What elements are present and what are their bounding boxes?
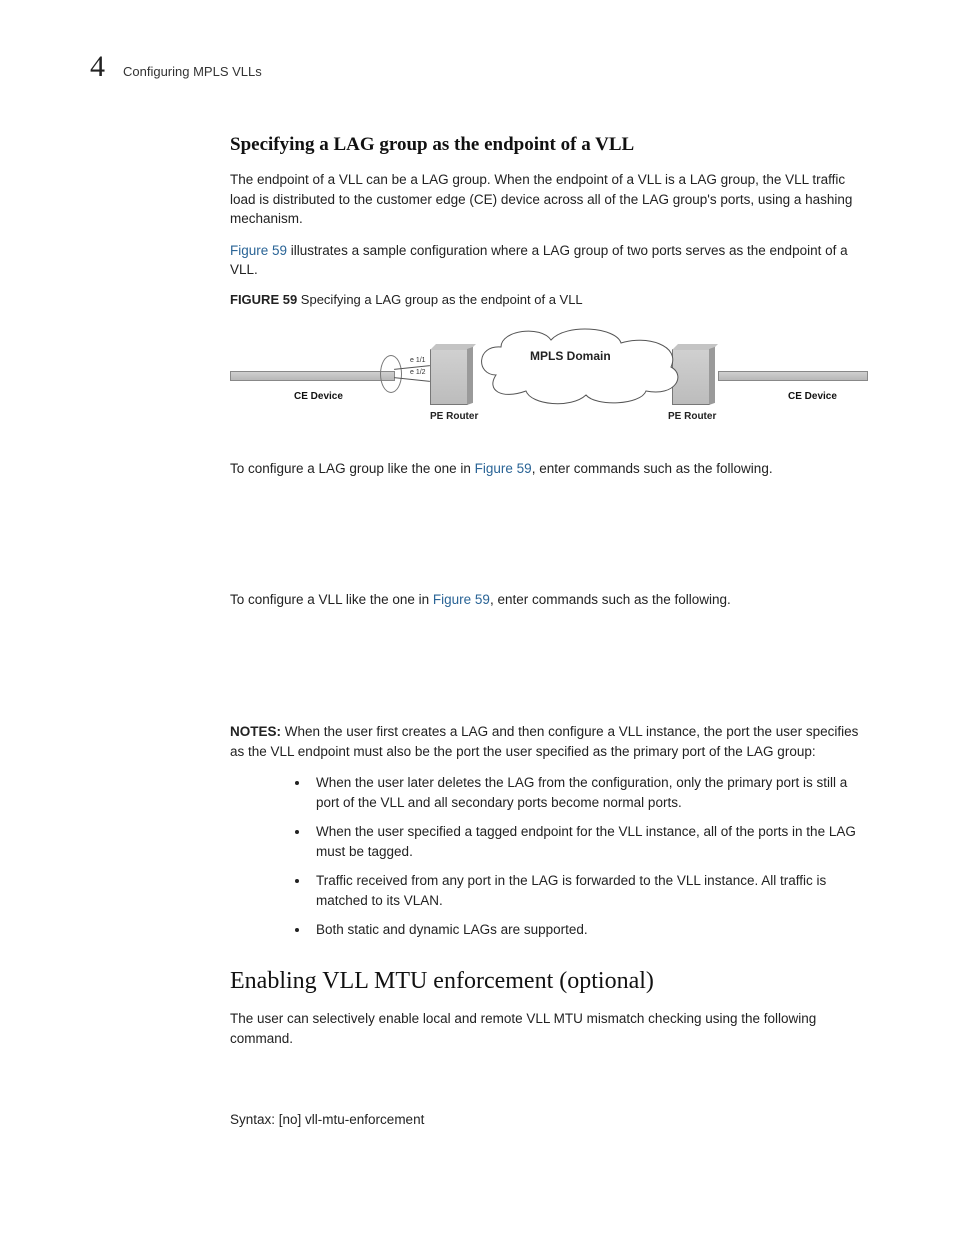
mpls-domain-label: MPLS Domain [530, 349, 611, 363]
port-label-2: e 1/2 [410, 369, 426, 376]
figure-number: FIGURE 59 [230, 292, 297, 307]
section-heading-mtu-enforcement: Enabling VLL MTU enforcement (optional) [230, 968, 874, 995]
paragraph: To configure a LAG group like the one in… [230, 459, 874, 479]
figure-title: Specifying a LAG group as the endpoint o… [297, 292, 582, 307]
figure-reference-link[interactable]: Figure 59 [475, 461, 532, 476]
list-item: When the user later deletes the LAG from… [310, 773, 874, 812]
figure-reference-link[interactable]: Figure 59 [433, 592, 490, 607]
chapter-number: 4 [90, 50, 105, 84]
pe-router-label-left: PE Router [430, 411, 478, 422]
paragraph-text: To configure a LAG group like the one in [230, 461, 475, 476]
ce-device-label-left: CE Device [294, 391, 343, 402]
pe-router-label-right: PE Router [668, 411, 716, 422]
port-label-1: e 1/1 [410, 357, 426, 364]
paragraph-text: , enter commands such as the following. [532, 461, 773, 476]
ce-link-right [718, 371, 868, 381]
paragraph: To configure a VLL like the one in Figur… [230, 590, 874, 610]
notes-list: When the user later deletes the LAG from… [230, 773, 874, 940]
paragraph: The endpoint of a VLL can be a LAG group… [230, 170, 874, 229]
list-item: When the user specified a tagged endpoin… [310, 822, 874, 861]
ce-link-left [230, 371, 395, 381]
paragraph: The user can selectively enable local an… [230, 1009, 874, 1048]
figure-diagram: e 1/1 e 1/2 MPLS Domain CE Device CE Dev… [230, 313, 874, 443]
main-content: Specifying a LAG group as the endpoint o… [230, 134, 874, 1130]
paragraph-text: illustrates a sample configuration where… [230, 243, 848, 278]
notes-intro-text: When the user first creates a LAG and th… [230, 724, 858, 759]
syntax-line: Syntax: [no] vll-mtu-enforcement [230, 1110, 874, 1130]
lag-lines [394, 361, 430, 391]
paragraph-text: To configure a VLL like the one in [230, 592, 433, 607]
list-item: Traffic received from any port in the LA… [310, 871, 874, 910]
mpls-cloud [476, 325, 686, 407]
notes-label: NOTES: [230, 724, 281, 739]
notes-paragraph: NOTES: When the user first creates a LAG… [230, 722, 874, 761]
code-placeholder [230, 490, 874, 590]
paragraph: Figure 59 illustrates a sample configura… [230, 241, 874, 280]
code-placeholder [230, 622, 874, 722]
figure-caption: FIGURE 59 Specifying a LAG group as the … [230, 292, 874, 307]
network-diagram: e 1/1 e 1/2 MPLS Domain CE Device CE Dev… [230, 313, 870, 443]
page-header: 4 Configuring MPLS VLLs [90, 50, 894, 84]
running-title: Configuring MPLS VLLs [123, 64, 262, 79]
code-placeholder [230, 1060, 874, 1110]
page: 4 Configuring MPLS VLLs Specifying a LAG… [0, 0, 954, 1202]
ce-device-label-right: CE Device [788, 391, 837, 402]
section-heading-lag-endpoint: Specifying a LAG group as the endpoint o… [230, 134, 874, 156]
list-item: Both static and dynamic LAGs are support… [310, 920, 874, 940]
figure-reference-link[interactable]: Figure 59 [230, 243, 287, 258]
pe-router-left [430, 349, 468, 405]
paragraph-text: , enter commands such as the following. [490, 592, 731, 607]
